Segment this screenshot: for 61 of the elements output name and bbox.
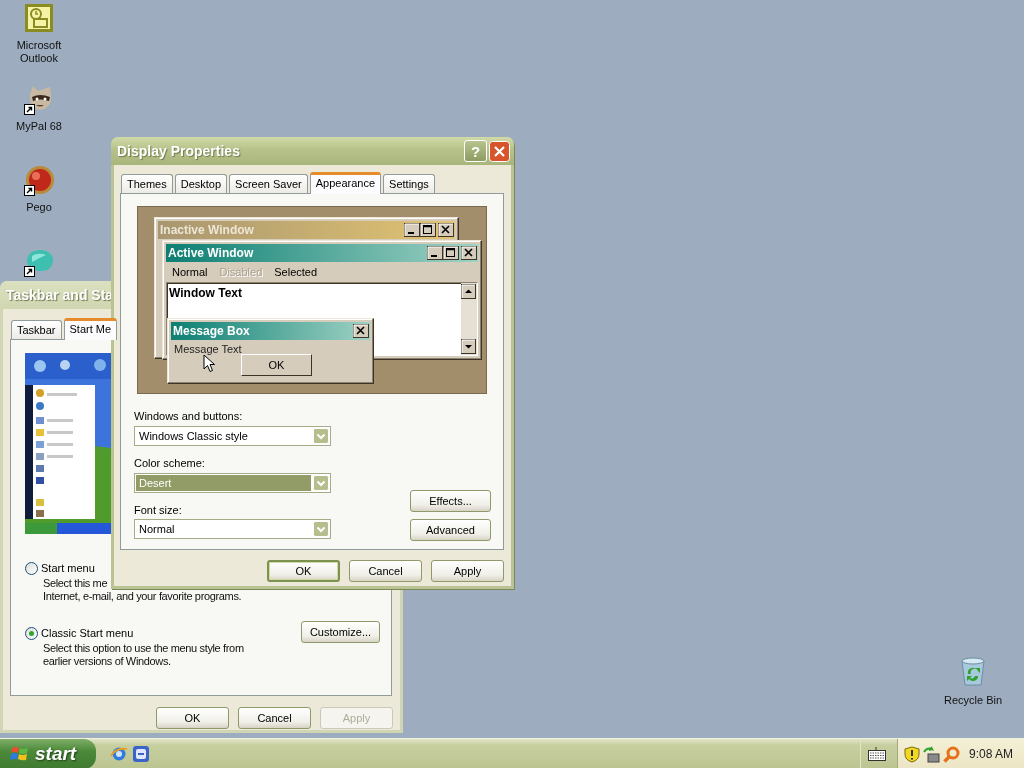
tab[interactable]: Settings [383, 174, 435, 193]
radio-button[interactable] [25, 626, 38, 640]
field-label: Font size: [134, 503, 182, 517]
windows-flag-icon [10, 745, 30, 763]
close-button[interactable] [489, 140, 510, 162]
dialog-button[interactable]: OK [156, 707, 229, 729]
icon-label: Microsoft Outlook [15, 39, 63, 65]
tab[interactable]: Start Me [63, 318, 118, 340]
tab[interactable]: Desktop [174, 174, 228, 193]
close-icon [353, 324, 369, 338]
dialog-button[interactable]: Cancel [349, 560, 422, 582]
maximize-icon [420, 223, 436, 237]
message-text: Message Text [174, 343, 242, 355]
icon-label: MyPal 68 [15, 120, 63, 133]
window-title: Display Properties [117, 143, 240, 159]
radio-label[interactable]: Start menu [41, 562, 95, 574]
dialog-button[interactable]: Effects... [410, 490, 491, 512]
tab[interactable]: Screen Saver [229, 174, 308, 193]
clock-envelope-icon[interactable] [23, 3, 55, 34]
menu-item: Disabled [218, 265, 264, 278]
window-title: Message Box [173, 324, 250, 338]
clock: 9:08 AM [968, 747, 1013, 761]
dropdown[interactable]: Normal [134, 519, 331, 539]
window-text: Window Text [169, 286, 242, 300]
ball-icon[interactable] [23, 165, 55, 196]
magnifier-icon[interactable] [943, 745, 960, 763]
app-icon[interactable] [132, 745, 150, 763]
dialog-button[interactable]: OK [267, 560, 340, 582]
ok-button[interactable]: OK [241, 354, 312, 376]
maximize-icon [443, 246, 459, 260]
recycle-bin-icon[interactable] [958, 657, 988, 688]
browser-icon[interactable] [110, 745, 128, 763]
tab[interactable]: Themes [121, 174, 173, 193]
dropdown[interactable]: Windows Classic style [134, 426, 331, 446]
shield-icon[interactable] [904, 745, 920, 763]
cursor-icon [203, 354, 215, 373]
network-icon[interactable] [923, 745, 940, 763]
field-label: Color scheme: [134, 456, 205, 470]
field-label: Windows and buttons: [134, 409, 243, 423]
description-text: earlier versions of Windows. [43, 655, 171, 668]
window-title: Active Window [168, 246, 254, 260]
dialog-button[interactable]: Apply [431, 560, 504, 582]
tab[interactable]: Appearance [309, 172, 382, 194]
dialog-button[interactable]: Cancel [238, 707, 311, 729]
radio-label[interactable]: Classic Start menu [41, 627, 134, 639]
description-text: Internet, e-mail, and your favorite programs. [43, 590, 242, 603]
close-icon [461, 246, 477, 260]
icon-label: Recycle Bin [942, 694, 1004, 707]
description-text: Select this option to use the menu style from [43, 642, 244, 655]
minimize-icon [427, 246, 443, 260]
minimize-icon [404, 223, 420, 237]
tab[interactable]: Taskbar [11, 320, 62, 339]
close-icon [438, 223, 454, 237]
start-button[interactable]: start [0, 739, 96, 768]
dialog-button[interactable]: Advanced [410, 519, 491, 541]
window-title: Inactive Window [160, 223, 254, 237]
radio-button[interactable] [25, 561, 38, 575]
description-text: Select this me [43, 577, 108, 590]
icon-label: Pego [25, 201, 53, 214]
customize-button[interactable]: Customize... [301, 620, 380, 643]
keyboard-icon[interactable] [867, 747, 886, 761]
